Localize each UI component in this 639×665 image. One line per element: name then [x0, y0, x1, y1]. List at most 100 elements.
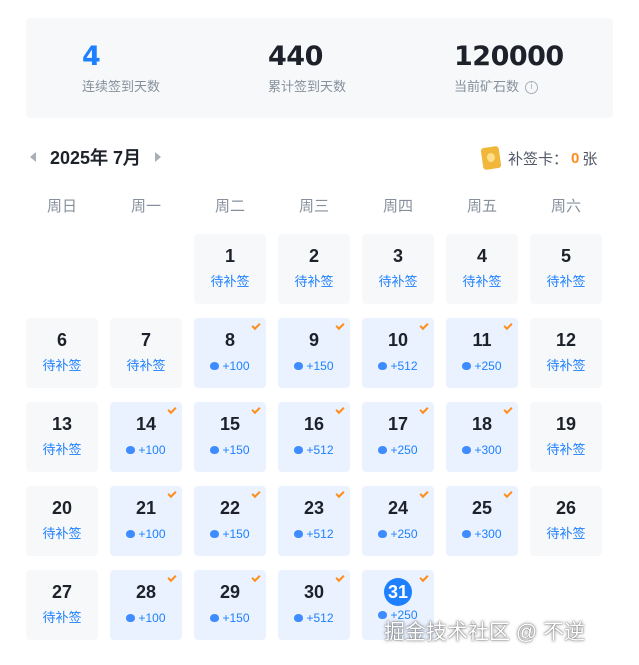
day-cell[interactable]: 17 +250: [362, 402, 434, 472]
day-cell[interactable]: 11 +250: [446, 318, 518, 388]
day-cell[interactable]: 7 待补签: [110, 318, 182, 388]
reward-amount: +300: [474, 443, 502, 457]
day-number: 8: [224, 330, 235, 350]
day-number: 30: [303, 582, 325, 602]
makeup-status: 待补签: [546, 442, 586, 457]
makeup-status: 待补签: [42, 358, 82, 373]
day-reward: +512: [362, 357, 434, 375]
day-number: 20: [51, 498, 73, 518]
month-title: 2025年 7月: [50, 148, 142, 168]
day-cell[interactable]: 3 待补签: [362, 234, 434, 304]
reward-amount: +150: [222, 443, 250, 457]
continuous-days-value: 4: [82, 41, 101, 72]
ore-icon: [294, 614, 304, 622]
makeup-card-count: 0: [571, 149, 580, 167]
day-reward: +512: [278, 525, 350, 543]
reward-amount: +512: [306, 527, 334, 541]
reward-amount: +512: [306, 443, 334, 457]
day-cell[interactable]: 5 待补签: [530, 234, 602, 304]
day-number: 24: [387, 498, 409, 518]
makeup-status: 待补签: [42, 442, 82, 457]
day-cell[interactable]: 26 待补签: [530, 486, 602, 556]
day-number: 4: [476, 246, 487, 266]
makeup-card-info: 补签卡： 0 张: [480, 145, 598, 171]
day-cell[interactable]: 10 +512: [362, 318, 434, 388]
day-cell[interactable]: 13 待补签: [26, 402, 98, 472]
day-number: 17: [387, 414, 409, 434]
makeup-status: 待补签: [546, 274, 586, 289]
day-cell[interactable]: 1 待补签: [194, 234, 266, 304]
reward-amount: +150: [306, 359, 334, 373]
ore-value: 120000: [454, 41, 564, 72]
ore-icon: [126, 614, 136, 622]
reward-amount: +100: [222, 359, 250, 373]
ore-label-row: 当前矿石数 i: [454, 78, 564, 96]
reward-amount: +300: [474, 527, 502, 541]
day-number: 29: [219, 582, 241, 602]
stats-panel: 4 连续签到天数 440 累计签到天数 120000 当前矿石数 i: [26, 18, 613, 118]
weekday-label: 周三: [298, 198, 329, 215]
day-reward: +300: [446, 441, 518, 459]
day-number: 1: [224, 246, 235, 266]
day-cell[interactable]: 24 +250: [362, 486, 434, 556]
ore-icon: [210, 530, 220, 538]
day-cell[interactable]: 8 +100: [194, 318, 266, 388]
makeup-status: 待补签: [546, 358, 586, 373]
day-number: 23: [303, 498, 325, 518]
day-number: 26: [555, 498, 577, 518]
ore-icon: [126, 530, 136, 538]
day-cell[interactable]: 27 待补签: [26, 570, 98, 640]
day-cell[interactable]: 28 +100: [110, 570, 182, 640]
reward-amount: +150: [222, 527, 250, 541]
day-cell[interactable]: 20 待补签: [26, 486, 98, 556]
day-number: 21: [135, 498, 157, 518]
ore-icon: [378, 446, 388, 454]
info-icon[interactable]: i: [525, 80, 539, 94]
day-cell[interactable]: 25 +300: [446, 486, 518, 556]
day-cell[interactable]: 2 待补签: [278, 234, 350, 304]
makeup-status: 待补签: [378, 274, 418, 289]
ore-icon: [210, 614, 220, 622]
day-cell[interactable]: 6 待补签: [26, 318, 98, 388]
watermark: 掘金技术社区 @ 不逆: [384, 621, 585, 644]
day-number: 22: [219, 498, 241, 518]
day-cell[interactable]: 16 +512: [278, 402, 350, 472]
day-number: 11: [472, 330, 492, 350]
reward-amount: +100: [138, 527, 166, 541]
day-cell[interactable]: 4 待补签: [446, 234, 518, 304]
reward-amount: +100: [138, 611, 166, 625]
day-cell[interactable]: 12 待补签: [530, 318, 602, 388]
ore-icon: [462, 446, 472, 454]
month-switcher: 2025年 7月: [30, 144, 162, 170]
day-number: 7: [140, 330, 151, 350]
day-reward: +250: [446, 357, 518, 375]
day-number: 18: [471, 414, 493, 434]
day-reward: +512: [278, 441, 350, 459]
day-cell[interactable]: 29 +150: [194, 570, 266, 640]
ore-icon: [378, 530, 388, 538]
chevron-right-icon[interactable]: [155, 152, 162, 162]
weekday-label: 周日: [46, 198, 77, 215]
ore-icon: [294, 362, 304, 370]
day-cell[interactable]: 18 +300: [446, 402, 518, 472]
makeup-card-label: 补签卡：: [508, 150, 569, 168]
reward-amount: +512: [390, 359, 418, 373]
day-cell[interactable]: 21 +100: [110, 486, 182, 556]
weekday-label: 周五: [466, 198, 497, 215]
chevron-left-icon[interactable]: [30, 152, 36, 162]
day-number: 6: [56, 330, 67, 350]
day-cell[interactable]: 19 待补签: [530, 402, 602, 472]
day-reward: +100: [110, 441, 182, 459]
checkmark-icon: [419, 572, 429, 583]
reward-amount: +250: [474, 359, 502, 373]
day-cell[interactable]: 15 +150: [194, 402, 266, 472]
makeup-card-unit: 张: [582, 150, 598, 168]
day-cell[interactable]: 22 +150: [194, 486, 266, 556]
day-cell[interactable]: 9 +150: [278, 318, 350, 388]
makeup-status: 待补签: [462, 274, 502, 289]
day-cell[interactable]: 23 +512: [278, 486, 350, 556]
reward-amount: +250: [390, 443, 418, 457]
day-cell[interactable]: 30 +512: [278, 570, 350, 640]
ore-icon: [378, 362, 388, 370]
day-cell[interactable]: 14 +100: [110, 402, 182, 472]
